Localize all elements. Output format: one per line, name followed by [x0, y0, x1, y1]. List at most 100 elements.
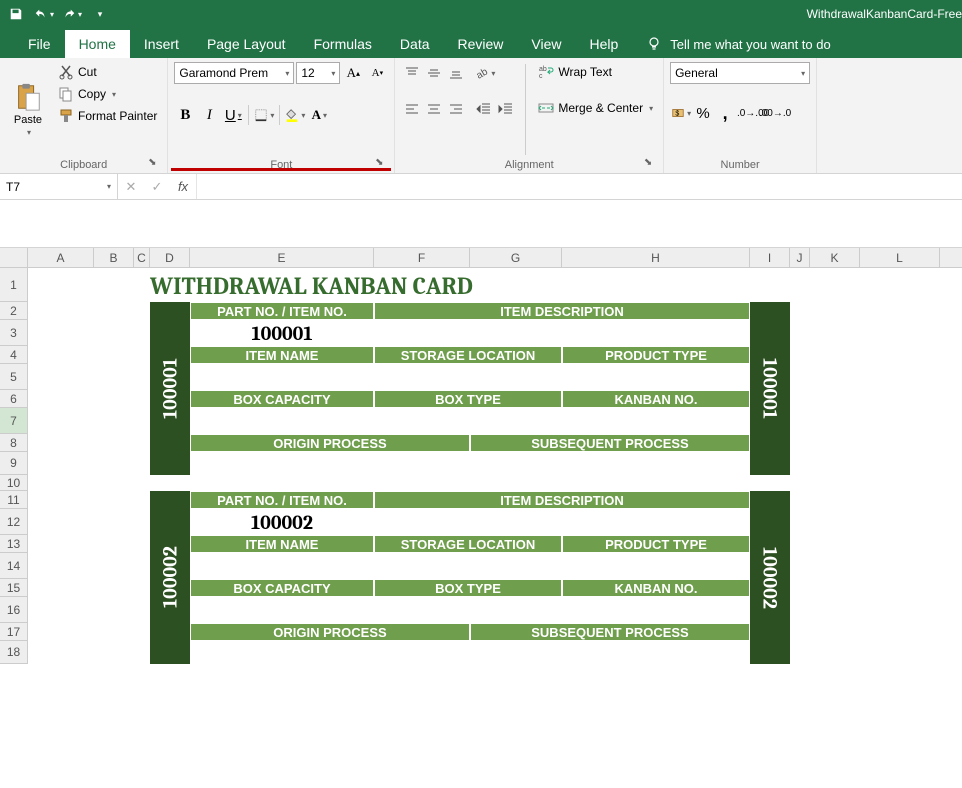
col-header-C[interactable]: C: [134, 248, 150, 267]
tab-review[interactable]: Review: [444, 30, 518, 58]
card2-item-desc[interactable]: [374, 509, 750, 535]
col-header-F[interactable]: F: [374, 248, 470, 267]
align-right-button[interactable]: [445, 98, 467, 120]
redo-button[interactable]: ▾: [60, 2, 84, 26]
decrease-font-button[interactable]: A▾: [366, 62, 388, 84]
font-color-button[interactable]: A▾: [308, 104, 330, 126]
tab-data[interactable]: Data: [386, 30, 444, 58]
row-header-2[interactable]: 2: [0, 302, 27, 320]
italic-button[interactable]: I: [198, 104, 220, 126]
card2-item-name[interactable]: [190, 553, 374, 579]
row-header-4[interactable]: 4: [0, 346, 27, 364]
card2-kanban-no[interactable]: [562, 597, 750, 623]
font-launcher[interactable]: ⬊: [372, 157, 386, 171]
row-header-1[interactable]: 1: [0, 268, 27, 302]
align-center-button[interactable]: [423, 98, 445, 120]
card1-origin[interactable]: [190, 452, 470, 475]
paste-button[interactable]: Paste ▾: [6, 62, 50, 157]
copy-button[interactable]: Copy▾: [54, 84, 161, 104]
accounting-format-button[interactable]: $▾: [670, 102, 692, 124]
col-header-L[interactable]: L: [860, 248, 940, 267]
row-header-14[interactable]: 14: [0, 553, 27, 579]
card1-box-cap[interactable]: [190, 408, 374, 434]
row-header-8[interactable]: 8: [0, 434, 27, 452]
undo-button[interactable]: ▾: [32, 2, 56, 26]
row-header-12[interactable]: 12: [0, 509, 27, 535]
alignment-launcher[interactable]: ⬊: [641, 157, 655, 171]
col-header-A[interactable]: A: [28, 248, 94, 267]
align-top-button[interactable]: [401, 62, 423, 84]
font-size-combo[interactable]: 12▾: [296, 62, 340, 84]
fill-color-button[interactable]: ▾: [284, 104, 306, 126]
formula-input[interactable]: [197, 174, 962, 199]
number-format-combo[interactable]: General▾: [670, 62, 810, 84]
insert-function-button[interactable]: fx: [170, 179, 196, 194]
tab-help[interactable]: Help: [576, 30, 633, 58]
row-header-5[interactable]: 5: [0, 364, 27, 390]
col-header-K[interactable]: K: [810, 248, 860, 267]
col-header-E[interactable]: E: [190, 248, 374, 267]
card1-kanban-no[interactable]: [562, 408, 750, 434]
row-header-18[interactable]: 18: [0, 641, 27, 664]
tab-view[interactable]: View: [517, 30, 575, 58]
row-header-10[interactable]: 10: [0, 475, 27, 491]
worksheet[interactable]: A B C D E F G H I J K L 1 2 3 4 5 6 7 8 …: [0, 248, 962, 664]
select-all-corner[interactable]: [0, 248, 28, 267]
card2-origin[interactable]: [190, 641, 470, 664]
row-header-13[interactable]: 13: [0, 535, 27, 553]
row-header-16[interactable]: 16: [0, 597, 27, 623]
col-header-H[interactable]: H: [562, 248, 750, 267]
card1-part-no[interactable]: 100001: [190, 320, 374, 346]
tab-formulas[interactable]: Formulas: [300, 30, 386, 58]
col-header-J[interactable]: J: [790, 248, 810, 267]
row-header-17[interactable]: 17: [0, 623, 27, 641]
row-header-9[interactable]: 9: [0, 452, 27, 475]
orientation-button[interactable]: ab▾: [473, 62, 495, 84]
col-header-D[interactable]: D: [150, 248, 190, 267]
tab-file[interactable]: File: [14, 30, 65, 58]
font-name-combo[interactable]: Garamond Prem▾: [174, 62, 294, 84]
qat-customize[interactable]: ▾: [88, 2, 112, 26]
card2-subsequent[interactable]: [470, 641, 750, 664]
card1-item-name[interactable]: [190, 364, 374, 390]
align-bottom-button[interactable]: [445, 62, 467, 84]
cancel-formula-button[interactable]: ✕: [118, 179, 144, 195]
decrease-indent-button[interactable]: [473, 98, 495, 120]
increase-font-button[interactable]: A▴: [342, 62, 364, 84]
col-header-B[interactable]: B: [94, 248, 134, 267]
align-middle-button[interactable]: [423, 62, 445, 84]
row-header-7[interactable]: 7: [0, 408, 27, 434]
decrease-decimal-button[interactable]: .00→.0: [764, 102, 786, 124]
card2-product-type[interactable]: [562, 553, 750, 579]
tab-home[interactable]: Home: [65, 30, 130, 58]
col-header-I[interactable]: I: [750, 248, 790, 267]
percent-button[interactable]: %: [692, 102, 714, 124]
format-painter-button[interactable]: Format Painter: [54, 106, 161, 126]
row-header-6[interactable]: 6: [0, 390, 27, 408]
card1-item-desc[interactable]: [374, 320, 750, 346]
tab-insert[interactable]: Insert: [130, 30, 193, 58]
bold-button[interactable]: B: [174, 104, 196, 126]
card1-subsequent[interactable]: [470, 452, 750, 475]
tell-me-search[interactable]: Tell me what you want to do: [632, 30, 844, 58]
card2-part-no[interactable]: 100002: [190, 509, 374, 535]
row-header-11[interactable]: 11: [0, 491, 27, 509]
card1-storage[interactable]: [374, 364, 562, 390]
save-button[interactable]: [4, 2, 28, 26]
cell-grid[interactable]: WITHDRAWAL KANBAN CARD 100001 PART NO. /…: [28, 268, 962, 664]
card2-box-cap[interactable]: [190, 597, 374, 623]
comma-button[interactable]: ,: [714, 102, 736, 124]
col-header-G[interactable]: G: [470, 248, 562, 267]
underline-button[interactable]: U▾: [222, 104, 244, 126]
row-header-15[interactable]: 15: [0, 579, 27, 597]
card2-storage[interactable]: [374, 553, 562, 579]
merge-center-button[interactable]: Merge & Center▾: [534, 98, 657, 118]
name-box[interactable]: T7▾: [0, 174, 118, 199]
wrap-text-button[interactable]: abcWrap Text: [534, 62, 657, 82]
borders-button[interactable]: ▾: [253, 104, 275, 126]
card1-box-type[interactable]: [374, 408, 562, 434]
align-left-button[interactable]: [401, 98, 423, 120]
cut-button[interactable]: Cut: [54, 62, 161, 82]
increase-indent-button[interactable]: [495, 98, 517, 120]
card1-product-type[interactable]: [562, 364, 750, 390]
